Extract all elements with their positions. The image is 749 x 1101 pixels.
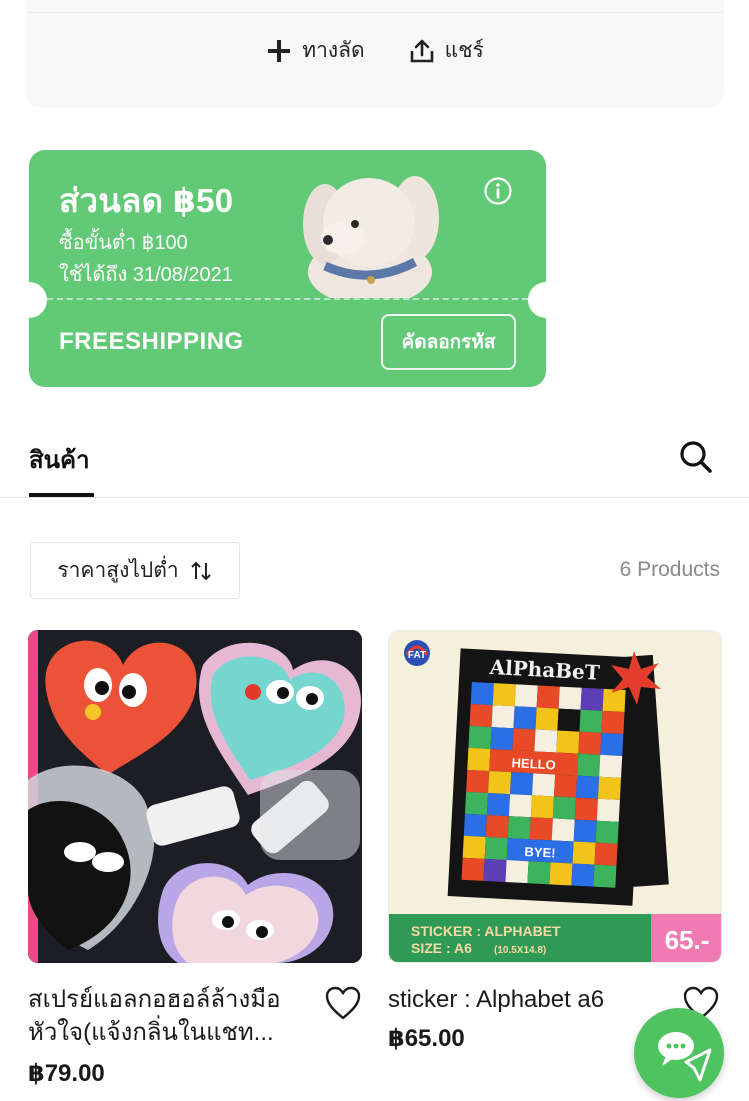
card-divider — [27, 12, 723, 13]
coupon-code: FREESHIPPING — [59, 328, 244, 355]
product-name-line2: หัวใจ(แจ้งกลิ่นในแชท... — [28, 1019, 274, 1046]
chat-button[interactable] — [634, 1008, 724, 1098]
hello-tile-text: HELLO — [511, 755, 556, 772]
banner-line2: SIZE : A6 — [411, 940, 472, 956]
banner-line1: STICKER : ALPHABET — [411, 923, 561, 939]
plus-icon — [268, 39, 291, 62]
share-icon — [410, 39, 433, 62]
sort-button[interactable]: ราคาสูงไปต่ำ — [30, 542, 240, 599]
banner-size: (10.5X14.8) — [494, 945, 546, 956]
coupon-divider — [47, 298, 528, 300]
alphabet-sticker-photo: FAT AlPhaBeT HELLO BYE! STICKER: ALPHAB… — [389, 631, 721, 962]
tabs-divider — [0, 497, 749, 498]
sort-arrows-icon — [190, 561, 211, 580]
product-count: 6 Products — [619, 558, 720, 581]
shop-header-card: ทางลัด แชร์ — [27, 0, 723, 106]
coupon-min-spend: ซื้อขั้นต่ำ ฿100 — [59, 232, 188, 254]
product-name[interactable]: สเปรย์แอลกอฮอล์ล้างมือ หัวใจ(แจ้งกลิ่นใน… — [28, 983, 318, 1049]
coupon-title: ส่วนลด ฿50 — [59, 182, 234, 219]
product-image[interactable] — [28, 630, 362, 963]
share-label: แชร์ — [444, 39, 484, 62]
coupon-notch-left — [11, 282, 47, 318]
heart-icon[interactable] — [324, 985, 362, 1021]
shortcut-label: ทางลัด — [302, 39, 365, 62]
shortcut-button[interactable]: ทางลัด — [266, 34, 365, 67]
share-button[interactable]: แชร์ — [409, 34, 484, 67]
search-icon[interactable] — [677, 438, 715, 476]
product-price: ฿79.00 — [28, 1060, 105, 1087]
info-icon[interactable] — [483, 176, 513, 206]
brand-logo-text: FAT — [408, 650, 426, 661]
coupon-valid-until: ใช้ได้ถึง 31/08/2021 — [59, 264, 233, 286]
price-tag: 65.- — [665, 925, 710, 955]
sort-label: ราคาสูงไปต่ำ — [57, 559, 179, 582]
product-image[interactable]: FAT AlPhaBeT HELLO BYE! STICKER: ALPHAB… — [388, 630, 722, 963]
coupon-notch-right — [528, 282, 564, 318]
spray-bottles-photo — [28, 630, 362, 963]
product-name-line1: สเปรย์แอลกอฮอล์ล้างมือ — [28, 986, 281, 1013]
shop-actions: ทางลัด แชร์ — [27, 34, 723, 67]
discount-coupon: ส่วนลด ฿50 ซื้อขั้นต่ำ ฿100 ใช้ได้ถึง 31… — [29, 150, 546, 387]
product-price: ฿65.00 — [388, 1025, 465, 1052]
bye-tile-text: BYE! — [524, 844, 556, 861]
dog-image — [303, 176, 439, 298]
copy-code-button[interactable]: คัดลอกรหัส — [381, 314, 516, 370]
tab-products[interactable]: สินค้า — [29, 440, 90, 479]
chat-icon — [658, 1032, 712, 1082]
